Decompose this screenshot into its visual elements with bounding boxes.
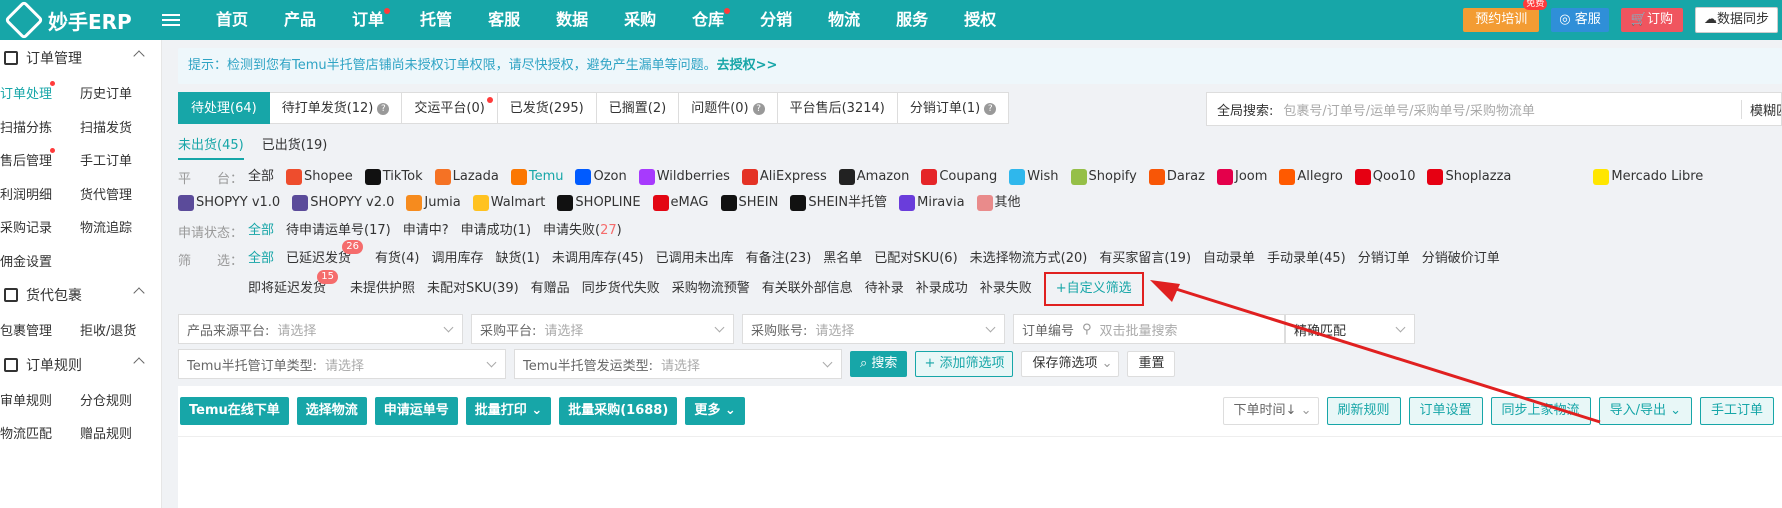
annotation-arrow-head	[1150, 280, 1180, 302]
annotation-arrow-line	[1159, 282, 1601, 424]
annotation-arrow	[1150, 280, 1601, 424]
